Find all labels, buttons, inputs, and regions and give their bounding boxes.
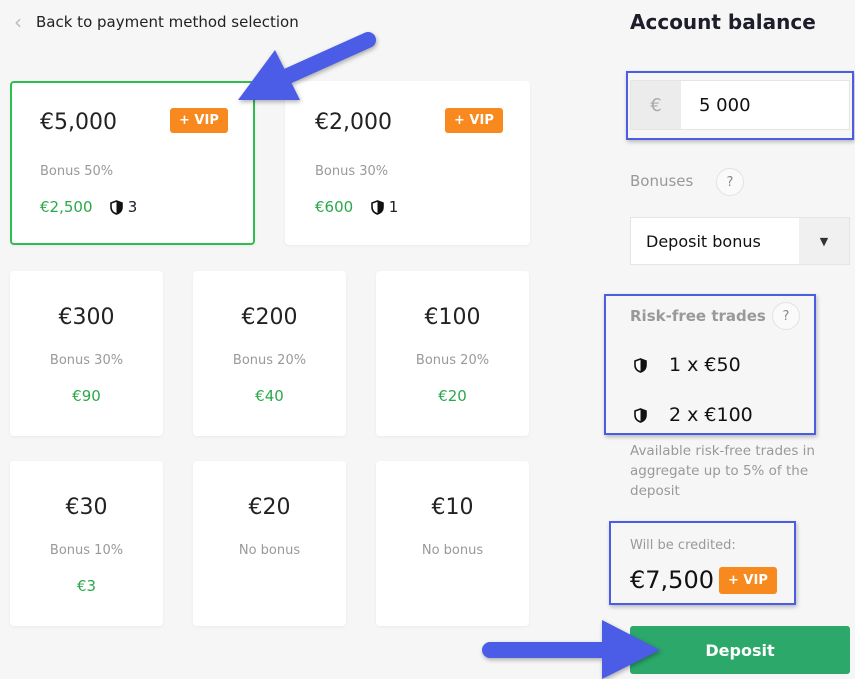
- back-link[interactable]: ‹ Back to payment method selection: [14, 10, 299, 34]
- package-bonus: Bonus 50%: [40, 164, 114, 179]
- package-bonus-amount: €2,500: [40, 198, 93, 216]
- back-link-label: Back to payment method selection: [36, 13, 299, 31]
- package-bonus-amount: €20: [438, 387, 467, 405]
- vip-badge: + VIP: [445, 108, 503, 133]
- risk-free-note: Available risk-free trades in aggregate …: [630, 443, 815, 499]
- package-amount: €100: [424, 305, 481, 330]
- risk-free-count-value: 3: [127, 198, 138, 216]
- risk-free-count: 3: [110, 198, 137, 216]
- bonus-select[interactable]: Deposit bonus ▼: [630, 217, 850, 265]
- deposit-button[interactable]: Deposit: [630, 626, 850, 674]
- package-card-30[interactable]: €30 Bonus 10% €3: [10, 461, 163, 626]
- chevron-down-icon: ▼: [799, 218, 849, 264]
- package-amount: €200: [241, 305, 298, 330]
- vip-badge: + VIP: [170, 108, 228, 133]
- package-bonus: Bonus 30%: [315, 164, 389, 179]
- package-amount: €10: [431, 495, 474, 520]
- package-bonus: No bonus: [238, 543, 301, 558]
- package-amount: €5,000: [40, 110, 117, 135]
- package-bonus: Bonus 20%: [415, 353, 490, 368]
- package-card-2000[interactable]: €2,000 + VIP Bonus 30% €600 1: [285, 81, 530, 245]
- package-bonus: No bonus: [421, 543, 484, 558]
- risk-free-count: 1: [371, 198, 398, 216]
- help-icon[interactable]: ?: [716, 168, 744, 196]
- risk-free-count-value: 1: [388, 198, 399, 216]
- package-card-20[interactable]: €20 No bonus: [193, 461, 346, 626]
- annotation-box: [604, 294, 816, 435]
- package-bonus-amount: €600: [315, 198, 354, 216]
- package-card-200[interactable]: €200 Bonus 20% €40: [193, 271, 346, 436]
- package-bonus-amount: €3: [76, 577, 97, 595]
- annotation-box: [626, 71, 854, 140]
- annotation-box: [609, 521, 796, 605]
- bonuses-label: Bonuses: [630, 172, 694, 190]
- package-card-300[interactable]: €300 Bonus 30% €90: [10, 271, 163, 436]
- package-card-10[interactable]: €10 No bonus: [376, 461, 529, 626]
- package-bonus: Bonus 30%: [49, 353, 124, 368]
- account-balance-title: Account balance: [630, 10, 816, 34]
- package-amount: €300: [58, 305, 115, 330]
- package-amount: €2,000: [315, 110, 392, 135]
- package-bonus-amount: €40: [255, 387, 284, 405]
- package-card-100[interactable]: €100 Bonus 20% €20: [376, 271, 529, 436]
- package-bonus: Bonus 20%: [232, 353, 307, 368]
- package-card-5000[interactable]: €5,000 + VIP Bonus 50% €2,500 3: [10, 81, 255, 245]
- package-bonus-amount: €90: [72, 387, 101, 405]
- package-amount: €20: [248, 495, 291, 520]
- chevron-left-icon: ‹: [14, 10, 22, 34]
- bonus-select-value: Deposit bonus: [646, 231, 761, 251]
- package-amount: €30: [65, 495, 108, 520]
- shield-icon: [371, 200, 384, 215]
- shield-icon: [110, 200, 123, 215]
- package-bonus: Bonus 10%: [49, 543, 124, 558]
